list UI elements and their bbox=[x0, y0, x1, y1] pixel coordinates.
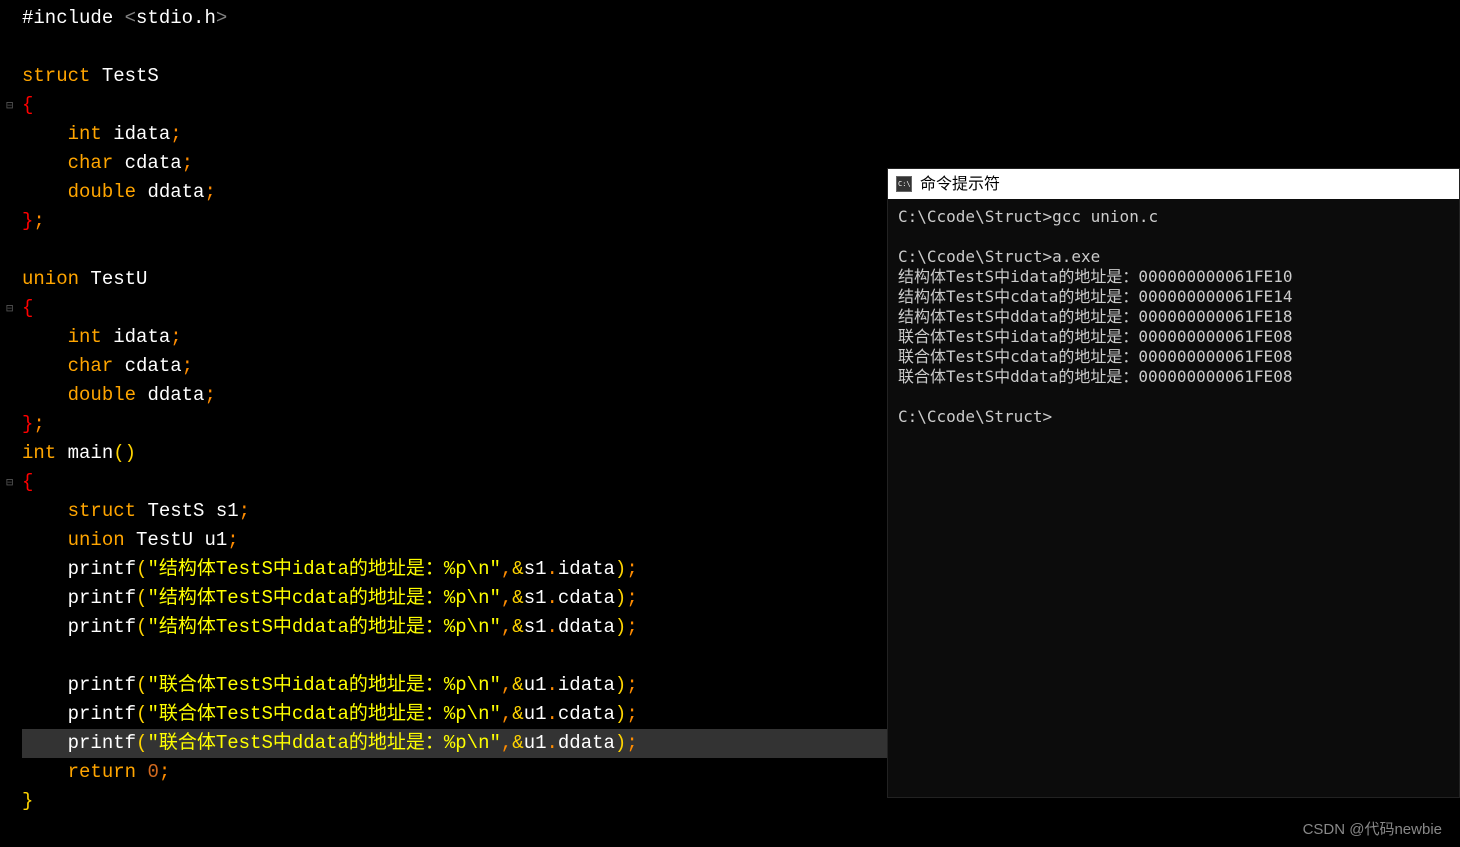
command-prompt-titlebar[interactable]: 命令提示符 bbox=[888, 169, 1459, 199]
code-line[interactable]: #include <stdio.h> bbox=[22, 4, 1460, 33]
command-prompt-output[interactable]: C:\Ccode\Struct>gcc union.c C:\Ccode\Str… bbox=[888, 199, 1459, 435]
code-line[interactable] bbox=[22, 33, 1460, 62]
code-line[interactable]: { bbox=[22, 91, 1460, 120]
fold-gutter: ⊟ ⊟ ⊟ bbox=[0, 0, 20, 847]
command-prompt-window[interactable]: 命令提示符 C:\Ccode\Struct>gcc union.c C:\Cco… bbox=[887, 168, 1460, 798]
code-line[interactable]: int idata; bbox=[22, 120, 1460, 149]
command-prompt-title: 命令提示符 bbox=[920, 172, 1000, 196]
command-prompt-icon bbox=[896, 176, 912, 192]
code-line[interactable]: struct TestS bbox=[22, 62, 1460, 91]
fold-icon[interactable]: ⊟ bbox=[6, 474, 13, 492]
watermark: CSDN @代码newbie bbox=[1303, 819, 1442, 842]
fold-icon[interactable]: ⊟ bbox=[6, 97, 13, 115]
fold-icon[interactable]: ⊟ bbox=[6, 300, 13, 318]
